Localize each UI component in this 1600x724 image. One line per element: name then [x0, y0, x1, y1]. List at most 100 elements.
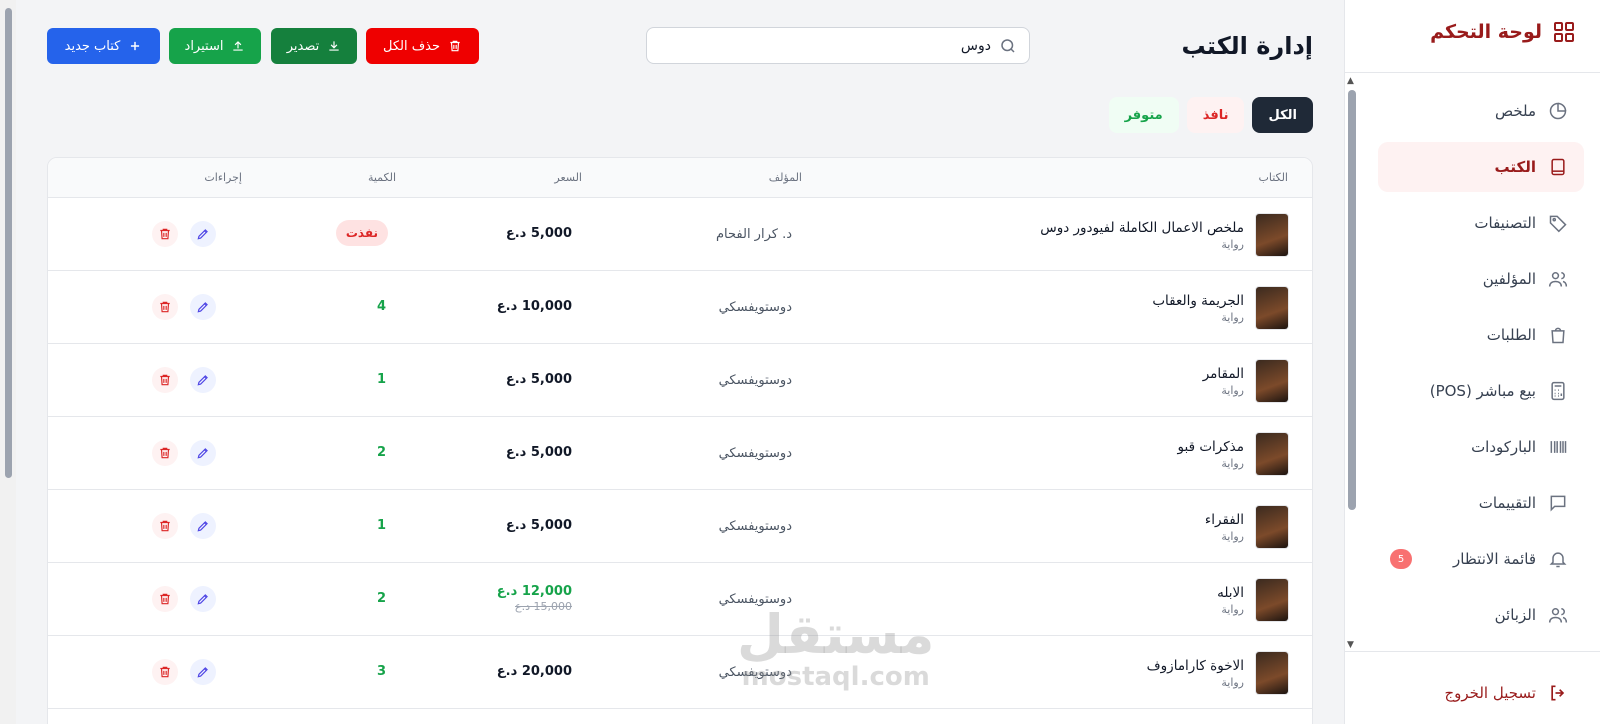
- filter-available[interactable]: متوفر: [1108, 97, 1179, 133]
- table-row[interactable]: الفقراء رواية دوستويفسكي 5,000 د.ع 1: [48, 490, 1312, 563]
- table-row[interactable]: المقامر رواية دوستويفسكي 5,000 د.ع 1: [48, 344, 1312, 417]
- column-price: السعر: [554, 171, 582, 184]
- sidebar-item-categories[interactable]: التصنيفات: [1378, 198, 1584, 248]
- book-cell: مذكرات قبو رواية: [1178, 433, 1288, 475]
- delete-button[interactable]: [152, 513, 178, 539]
- book-info: مذكرات قبو رواية: [1178, 439, 1244, 470]
- search-box[interactable]: [646, 27, 1030, 64]
- search-input[interactable]: [659, 37, 991, 54]
- book-title: مذكرات قبو: [1177, 438, 1244, 455]
- import-button[interactable]: استيراد: [169, 28, 261, 64]
- logout-label: تسجيل الخروج: [1444, 684, 1536, 702]
- price-cell: 12,000 د.ع 15,000 د.ع: [497, 584, 572, 613]
- delete-button[interactable]: [152, 586, 178, 612]
- book-cover-image: [1256, 287, 1288, 329]
- brand[interactable]: لوحة التحكم: [1430, 20, 1576, 44]
- book-cell: الاخوة كارامازوف رواية: [1147, 652, 1288, 694]
- row-actions: [152, 440, 216, 466]
- sidebar-item-waitlist[interactable]: قائمة الانتظار 5: [1378, 534, 1584, 584]
- search-icon: [1001, 38, 1015, 53]
- scroll-down-icon[interactable]: ▼: [1347, 640, 1354, 650]
- delete-all-button[interactable]: حذف الكل: [366, 28, 479, 64]
- book-info: الفقراء رواية: [1205, 512, 1244, 543]
- filter-all[interactable]: الكل: [1252, 97, 1313, 133]
- table-row[interactable]: ملخص الاعمال الكاملة لفيودور دوس رواية د. …: [48, 198, 1312, 271]
- delete-button[interactable]: [152, 659, 178, 685]
- book-price: 20,000 د.ع: [496, 664, 572, 679]
- pencil-icon: [196, 373, 210, 387]
- edit-button[interactable]: [190, 659, 216, 685]
- sidebar-item-pos[interactable]: بيع مباشر (POS): [1378, 366, 1584, 416]
- download-icon: [329, 41, 339, 51]
- edit-button[interactable]: [190, 586, 216, 612]
- pie-chart-icon: [1549, 102, 1567, 120]
- delete-all-label: حذف الكل: [382, 38, 441, 54]
- book-cover-image: [1256, 579, 1288, 621]
- book-title: الابله: [1217, 584, 1244, 601]
- sidebar-scrollbar-thumb[interactable]: [1348, 90, 1356, 510]
- sidebar-footer-divider: [1345, 651, 1600, 652]
- scroll-up-icon[interactable]: ▲: [1347, 76, 1354, 86]
- edit-button[interactable]: [190, 513, 216, 539]
- sidebar-item-label: الباركودات: [1471, 438, 1536, 456]
- book-title: الاخوة كارامازوف: [1146, 657, 1244, 674]
- status-filters: الكل نافذ متوفر: [1108, 97, 1313, 133]
- book-price: 5,000 د.ع: [505, 445, 572, 460]
- book-info: الاخوة كارامازوف رواية: [1147, 658, 1244, 689]
- filter-out-of-stock[interactable]: نافذ: [1186, 97, 1245, 133]
- pencil-icon: [196, 227, 210, 241]
- sidebar-scrollbar[interactable]: ▲ ▼: [1345, 76, 1359, 650]
- edit-button[interactable]: [190, 440, 216, 466]
- book-quantity: 4: [376, 299, 386, 314]
- trash-icon: [158, 373, 172, 387]
- book-cover-image: [1256, 506, 1288, 548]
- pencil-icon: [196, 665, 210, 679]
- table-row[interactable]: الجريمة والعقاب رواية دوستويفسكي 10,000 د.ع…: [48, 271, 1312, 344]
- trash-icon: [158, 592, 172, 606]
- book-price: 12,000 د.ع: [496, 584, 572, 599]
- delete-button[interactable]: [152, 440, 178, 466]
- page-scrollbar-thumb[interactable]: [5, 8, 12, 478]
- delete-button[interactable]: [152, 367, 178, 393]
- table-row[interactable]: مذكرات قبو رواية دوستويفسكي 5,000 د.ع 2: [48, 417, 1312, 490]
- new-book-label: كتاب جديد: [64, 38, 121, 54]
- book-author: دوستويفسكي: [718, 519, 792, 534]
- sidebar-item-label: الطلبات: [1486, 326, 1536, 344]
- edit-button[interactable]: [190, 367, 216, 393]
- sidebar-item-reviews[interactable]: التقييمات: [1378, 478, 1584, 528]
- export-button[interactable]: تصدير: [271, 28, 357, 64]
- table-row[interactable]: الاخوة كارامازوف رواية دوستويفسكي 20,000 د.…: [48, 636, 1312, 709]
- book-price: 5,000 د.ع: [505, 518, 572, 533]
- price-cell: 10,000 د.ع: [497, 299, 572, 314]
- logout-button[interactable]: تسجيل الخروج: [1444, 683, 1568, 703]
- book-info: الابله رواية: [1217, 585, 1244, 616]
- barcode-icon: [1550, 441, 1567, 453]
- edit-button[interactable]: [190, 221, 216, 247]
- book-info: ملخص الاعمال الكاملة لفيودور دوس رواية: [1040, 220, 1244, 251]
- sidebar-item-customers[interactable]: الزبائن: [1378, 590, 1584, 640]
- page-scrollbar[interactable]: [0, 0, 16, 724]
- table-body: ملخص الاعمال الكاملة لفيودور دوس رواية د. …: [48, 198, 1312, 709]
- sidebar-item-orders[interactable]: الطلبات: [1378, 310, 1584, 360]
- out-of-stock-badge: نفذت: [335, 220, 388, 246]
- book-author: دوستويفسكي: [718, 300, 792, 315]
- sidebar-item-summary[interactable]: ملخص: [1378, 86, 1584, 136]
- sidebar-item-barcodes[interactable]: الباركودات: [1378, 422, 1584, 472]
- table-row[interactable]: الابله رواية دوستويفسكي 12,000 د.ع 15,000 د.…: [48, 563, 1312, 636]
- book-title: الجريمة والعقاب: [1152, 292, 1244, 309]
- book-category: رواية: [1221, 602, 1244, 616]
- sidebar-item-authors[interactable]: المؤلفين: [1378, 254, 1584, 304]
- delete-button[interactable]: [152, 221, 178, 247]
- pencil-icon: [196, 300, 210, 314]
- sidebar-item-books[interactable]: الكتب: [1378, 142, 1584, 192]
- book-category: رواية: [1221, 383, 1244, 397]
- book-old-price: 15,000 د.ع: [515, 600, 572, 613]
- new-book-button[interactable]: كتاب جديد: [47, 28, 160, 64]
- message-icon: [1550, 495, 1566, 512]
- tag-icon: [1549, 215, 1567, 233]
- edit-button[interactable]: [190, 294, 216, 320]
- book-cell: المقامر رواية: [1203, 360, 1288, 402]
- delete-button[interactable]: [152, 294, 178, 320]
- brand-title: لوحة التحكم: [1430, 21, 1542, 43]
- users-icon: [1548, 272, 1568, 287]
